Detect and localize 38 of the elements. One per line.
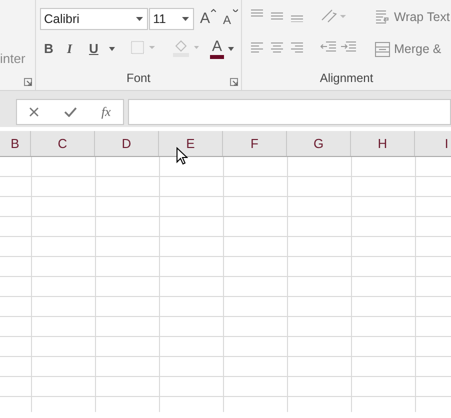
caret-icon[interactable] bbox=[182, 17, 189, 21]
dialog-launcher-icon[interactable] bbox=[24, 78, 32, 86]
cursor-icon bbox=[176, 147, 188, 165]
column-header[interactable]: F bbox=[223, 131, 287, 156]
down-caret-icon bbox=[233, 9, 238, 12]
column-header[interactable]: D bbox=[95, 131, 159, 156]
font-color-button[interactable]: A bbox=[210, 39, 224, 59]
grow-font-button[interactable]: A bbox=[200, 11, 210, 27]
italic-button[interactable]: I bbox=[67, 40, 72, 58]
merge-button[interactable]: Merge & bbox=[375, 40, 442, 59]
orientation-icon[interactable] bbox=[320, 8, 346, 24]
underline-button[interactable]: U bbox=[89, 40, 98, 58]
wrap-text-button[interactable]: Wrap Text bbox=[375, 8, 450, 27]
ribbon-label: inter bbox=[0, 50, 26, 68]
font-name-combobox[interactable]: Calibri bbox=[40, 8, 148, 30]
caret-icon[interactable] bbox=[109, 47, 115, 51]
font-size-combobox[interactable]: 11 bbox=[149, 8, 194, 30]
column-header[interactable]: H bbox=[351, 131, 415, 156]
merge-icon bbox=[375, 42, 390, 57]
formula-input[interactable] bbox=[128, 99, 451, 125]
caret-icon[interactable] bbox=[228, 47, 234, 51]
column-header[interactable]: C bbox=[31, 131, 95, 156]
wrap-text-icon bbox=[375, 10, 390, 24]
group-label: Font bbox=[125, 70, 152, 87]
insert-function-button[interactable]: fx bbox=[101, 102, 111, 122]
column-header[interactable]: I bbox=[415, 131, 451, 156]
shrink-font-button[interactable]: A bbox=[223, 12, 232, 28]
cell-grid[interactable] bbox=[0, 157, 451, 412]
caret-icon[interactable] bbox=[136, 17, 143, 21]
fill-color-icon[interactable] bbox=[172, 38, 202, 58]
bold-button[interactable]: B bbox=[44, 40, 54, 58]
dialog-launcher-icon[interactable] bbox=[230, 78, 238, 86]
column-header[interactable]: G bbox=[287, 131, 351, 156]
checkmark-icon[interactable] bbox=[64, 107, 77, 117]
column-header[interactable]: B bbox=[0, 131, 31, 156]
cancel-icon[interactable] bbox=[29, 107, 40, 117]
group-label: Alignment bbox=[318, 70, 374, 87]
up-caret-icon bbox=[211, 9, 216, 12]
